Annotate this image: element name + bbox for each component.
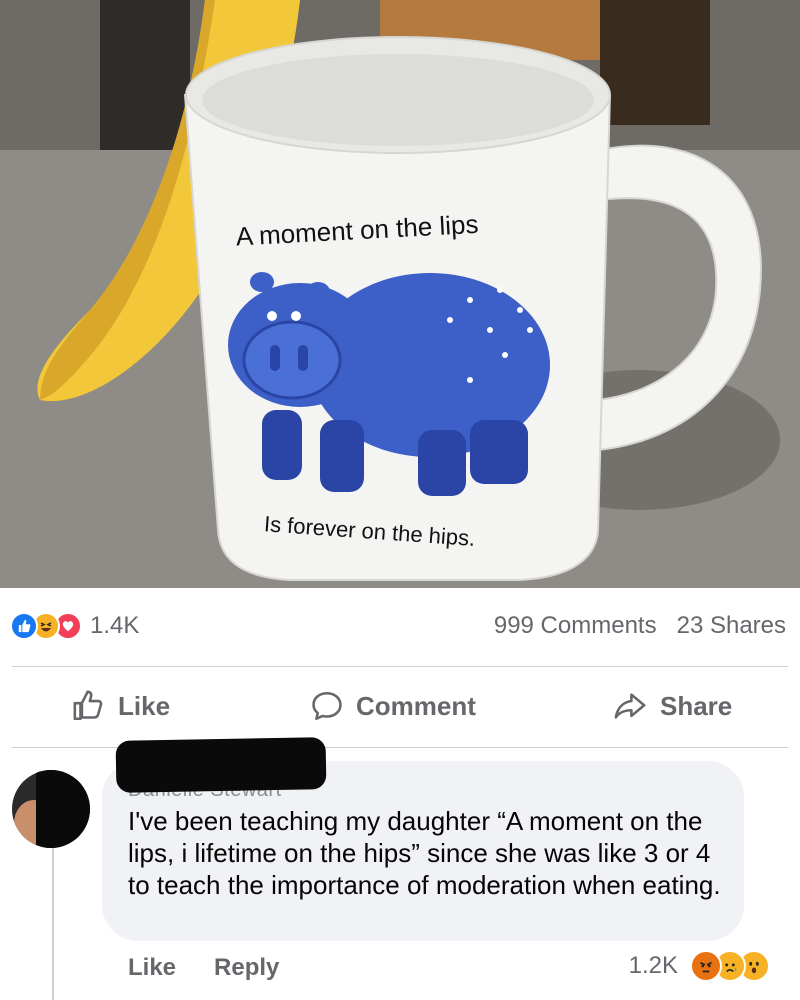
thumbs-up-icon <box>73 690 103 721</box>
comment-reactions[interactable]: 1.2K <box>629 950 770 982</box>
speech-bubble-icon <box>312 691 342 721</box>
comments-count-link[interactable]: 999 Comments <box>494 612 657 640</box>
share-button-label: Share <box>660 690 733 721</box>
comment-like-button[interactable]: Like <box>128 954 176 982</box>
post-action-bar: Like Comment Share <box>0 667 800 747</box>
redaction <box>115 737 327 793</box>
mug-photo-illustration: A moment on the lips Is forever on the h… <box>0 0 800 588</box>
post-stats: 1.4K 999 Comments 23 Shares <box>0 588 800 666</box>
post-photo[interactable]: A moment on the lips Is forever on the h… <box>0 0 800 588</box>
angry-reaction-icon <box>690 950 722 982</box>
comment-reply-button[interactable]: Reply <box>214 954 279 982</box>
redaction <box>36 770 90 848</box>
comment-button-label: Comment <box>356 690 476 721</box>
reaction-summary[interactable]: 1.4K <box>10 612 139 640</box>
share-button[interactable]: Share <box>612 689 732 723</box>
like-button[interactable]: Like <box>72 689 170 723</box>
share-arrow-icon <box>614 693 646 719</box>
comment-text: I've been teaching my daughter “A moment… <box>128 806 721 900</box>
comment-bubble: Danielle Stewart I've been teaching my d… <box>102 737 744 941</box>
avatar[interactable] <box>12 770 90 848</box>
comment-reaction-count: 1.2K <box>628 952 678 979</box>
thread-line <box>52 843 54 1000</box>
like-reaction-icon <box>10 612 38 640</box>
comment-button[interactable]: Comment <box>310 689 476 723</box>
comment: Danielle Stewart I've been teaching my d… <box>0 737 800 1000</box>
like-button-label: Like <box>118 690 171 721</box>
reaction-count: 1.4K <box>90 612 140 639</box>
shares-count-link[interactable]: 23 Shares <box>677 612 786 640</box>
